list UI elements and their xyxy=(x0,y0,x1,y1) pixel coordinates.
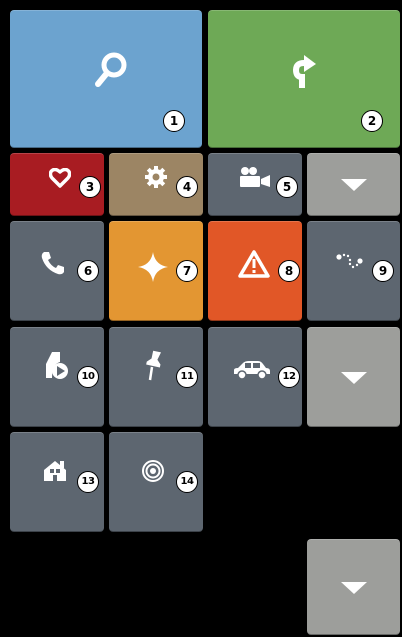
phone-tile[interactable]: 6 xyxy=(10,221,104,321)
warning-icon xyxy=(238,250,270,278)
signal-tile[interactable]: 14 xyxy=(109,432,203,532)
tile-number-badge: 13 xyxy=(77,471,99,493)
tile-number-badge: 12 xyxy=(278,366,300,388)
signal-icon xyxy=(142,460,164,482)
chevron-down-icon xyxy=(341,372,367,384)
tile-number-badge: 6 xyxy=(77,260,99,282)
chevron-down-icon xyxy=(341,582,367,594)
main-menu-screen: 1 2 3 4 5 6 7 8 9 10 11 12 13 14 xyxy=(0,0,402,637)
tile-number-badge: 4 xyxy=(176,176,198,198)
search-tile[interactable]: 1 xyxy=(10,10,202,148)
car-icon xyxy=(234,361,270,380)
expand-tile[interactable] xyxy=(307,327,400,427)
video-tile[interactable]: 5 xyxy=(208,153,302,216)
sparkle-tile[interactable]: 7 xyxy=(109,221,203,321)
tile-number-badge: 1 xyxy=(163,110,185,132)
home-icon xyxy=(44,461,66,481)
pushpin-icon xyxy=(146,350,162,381)
nav-play-tile[interactable]: 10 xyxy=(10,327,104,427)
phone-icon xyxy=(41,252,64,275)
favorites-tile[interactable]: 3 xyxy=(10,153,104,216)
expand-tile[interactable] xyxy=(307,153,400,216)
heart-icon xyxy=(49,168,71,188)
video-camera-icon xyxy=(240,167,270,187)
warning-tile[interactable]: 8 xyxy=(208,221,302,321)
tile-number-badge: 8 xyxy=(278,260,300,282)
tile-number-badge: 14 xyxy=(176,471,198,493)
chevron-down-icon xyxy=(341,179,367,191)
expand-tile[interactable] xyxy=(307,539,400,635)
tile-number-badge: 11 xyxy=(176,366,198,388)
pin-play-icon xyxy=(46,352,68,379)
settings-tile[interactable]: 4 xyxy=(109,153,203,216)
dotted-route-icon xyxy=(336,253,363,269)
car-tile[interactable]: 12 xyxy=(208,327,302,427)
route-tile[interactable]: 2 xyxy=(208,10,400,148)
trip-tile[interactable]: 9 xyxy=(307,221,400,321)
gear-icon xyxy=(145,166,167,188)
home-tile[interactable]: 13 xyxy=(10,432,104,532)
route-arrow-icon xyxy=(292,55,316,88)
tile-number-badge: 10 xyxy=(77,366,99,388)
sparkle-icon xyxy=(138,252,168,282)
tile-number-badge: 2 xyxy=(361,110,383,132)
tile-number-badge: 9 xyxy=(372,260,394,282)
tile-number-badge: 3 xyxy=(79,176,101,198)
search-icon xyxy=(95,52,127,87)
pin-tile[interactable]: 11 xyxy=(109,327,203,427)
tile-number-badge: 5 xyxy=(276,176,298,198)
tile-number-badge: 7 xyxy=(176,260,198,282)
